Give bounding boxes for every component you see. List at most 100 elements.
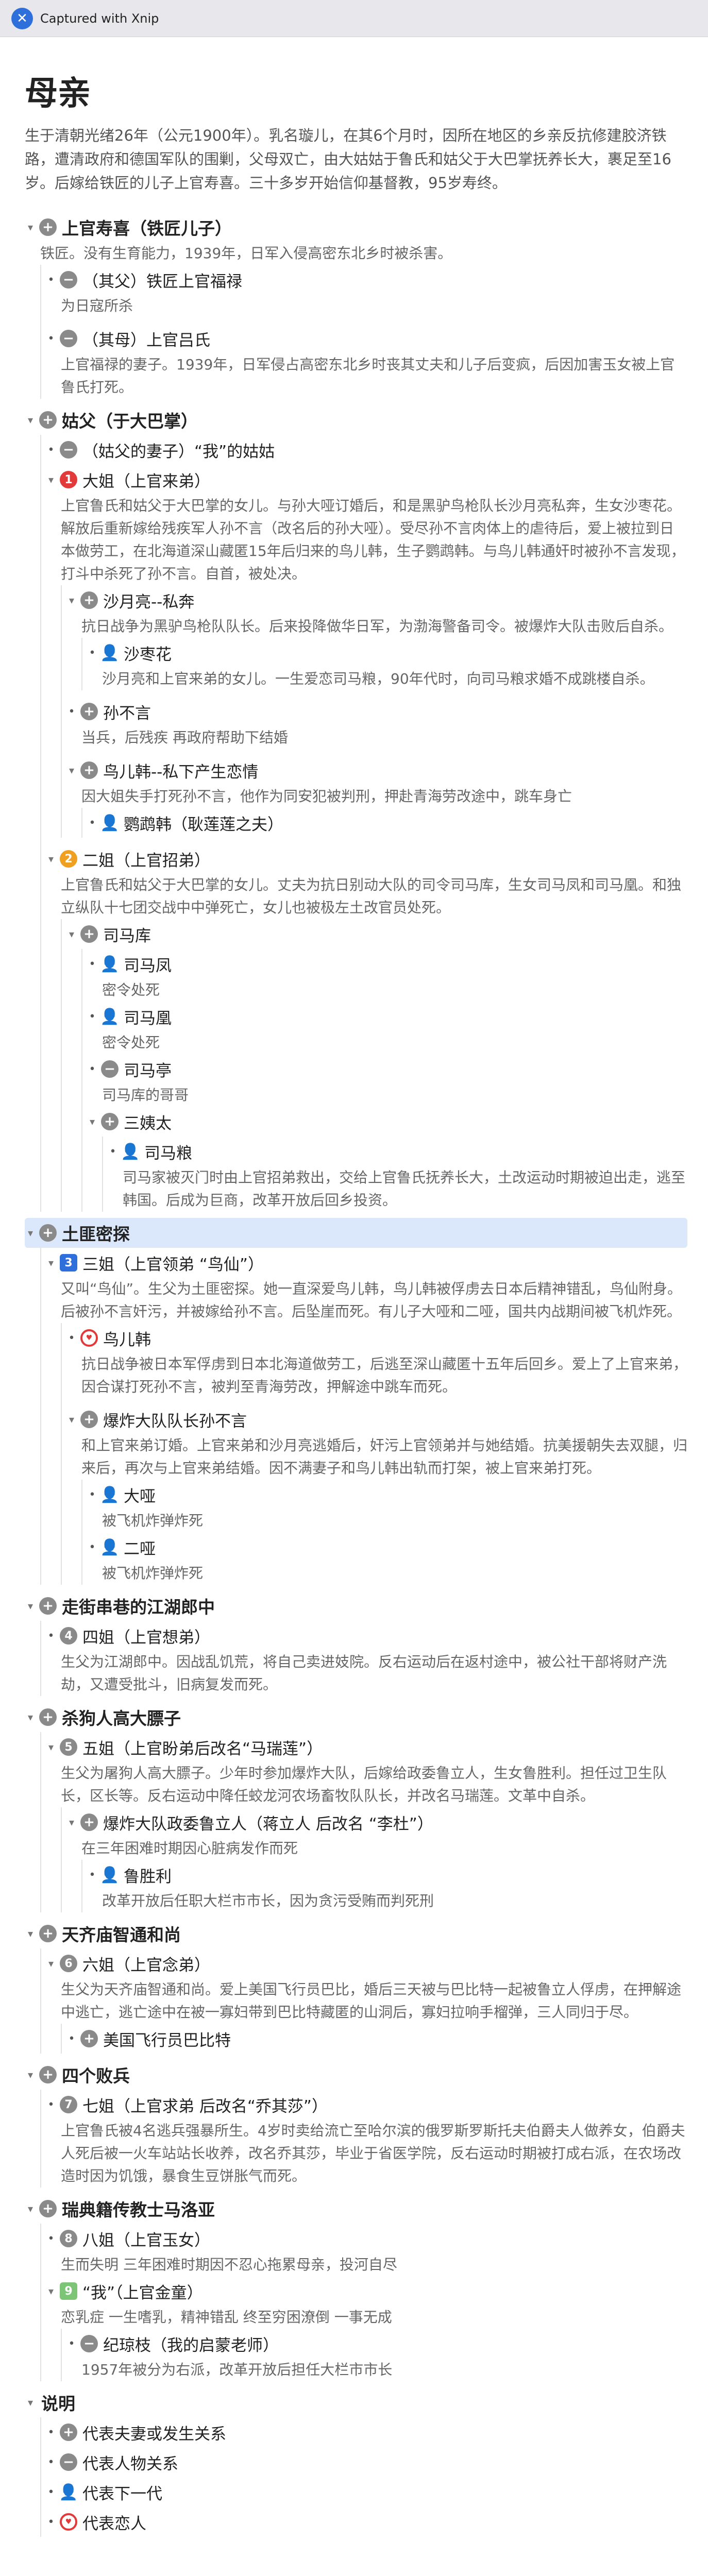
expand-caret-icon[interactable]: ▾ [87, 1115, 98, 1128]
heart-icon: ♥ [60, 2513, 77, 2531]
tree-row[interactable]: • 👤 沙枣花 [87, 638, 687, 668]
node-note: 被飞机炸弹炸死 [102, 1565, 204, 1582]
node-label: 代表下一代 [82, 2484, 162, 2503]
node-label: 鲁胜利 [124, 1867, 172, 1886]
legend-item: • ♥ 代表恋人 [45, 2507, 687, 2537]
expand-caret-icon[interactable]: ▾ [25, 221, 36, 233]
number-seven-icon: 7 [60, 2096, 77, 2113]
expand-caret-icon[interactable]: ▾ [25, 1711, 36, 1723]
plus-circle-icon: + [101, 1113, 119, 1130]
tree-children: • 7 七姐（上官求弟 后改名“乔其莎”） 上官鲁氏被4名逃兵强暴所生。4岁时卖… [40, 2090, 687, 2188]
tree-row[interactable]: ▾ + 天齐庙智通和尚 [25, 1919, 687, 1948]
node-note: 司马家被灭门时由上官招弟救出，交给上官鲁氏抚养长大，土改运动时期被迫出走，逃至韩… [123, 1169, 686, 1209]
tree-row[interactable]: ▾ + 姑父（于大巴掌） [25, 405, 687, 435]
bullet-icon: • [47, 2485, 55, 2499]
expand-caret-icon[interactable]: ▾ [25, 1227, 36, 1239]
node-label: 纪琼枝（我的启蒙老师） [103, 2336, 279, 2355]
person-icon: 👤 [100, 814, 120, 832]
tree-row[interactable]: • + 美国飞行员巴比特 [66, 2024, 687, 2054]
node-note: 改革开放后任职大栏市市长，因为贪污受贿而判死刑 [102, 1892, 434, 1909]
tree-row[interactable]: ▾ + 鸟儿韩--私下产生恋情 [66, 755, 687, 785]
tree-row[interactable]: ▾ 9 “我”（上官金童） [45, 2276, 687, 2306]
tree-row[interactable]: ▾ + 上官寿喜（铁匠儿子） [25, 212, 687, 242]
node-note: 又叫“鸟仙”。生父为土匪密探。她一直深爱鸟儿韩，鸟儿韩被俘虏去日本后精神错乱，鸟… [61, 1280, 682, 1320]
tree-row[interactable]: ▾ + 瑞典籍传教士马洛亚 [25, 2194, 687, 2224]
tree-row[interactable]: • 👤 二哑 [87, 1532, 687, 1562]
tree-row[interactable]: • ♥ 鸟儿韩 [66, 1323, 687, 1353]
tree-row[interactable]: • 8 八姐（上官玉女） [45, 2224, 687, 2253]
tree-row[interactable]: • 4 四姐（上官想弟） [45, 1621, 687, 1651]
expand-caret-icon[interactable]: ▾ [66, 764, 77, 776]
expand-caret-icon[interactable]: ▾ [25, 414, 36, 426]
tree-node: ▾ + 上官寿喜（铁匠儿子） 铁匠。没有生育能力，1939年，日军入侵高密东北乡… [25, 212, 687, 399]
expand-caret-icon[interactable]: ▾ [45, 1957, 57, 1970]
expand-caret-icon[interactable]: ▾ [45, 853, 57, 865]
tree-row[interactable]: ▾ + 司马库 [66, 919, 687, 949]
plus-circle-icon: + [39, 2200, 57, 2217]
tree-row[interactable]: • − （姑父的妻子）“我”的姑姑 [45, 435, 687, 465]
tree-children: ▾ 3 三姐（上官领弟 “鸟仙”） 又叫“鸟仙”。生父为土匪密探。她一直深爱鸟儿… [40, 1248, 687, 1585]
expand-caret-icon[interactable]: ▾ [25, 1600, 36, 1612]
tree-row[interactable]: ▾ + 爆炸大队政委鲁立人（蒋立人 后改名 “李杜”） [66, 1807, 687, 1837]
expand-caret-icon[interactable]: ▾ [66, 594, 77, 606]
tree-row-selected[interactable]: ▾ + 土匪密探 [25, 1218, 687, 1248]
node-note: 上官鲁氏和姑父于大巴掌的女儿。丈夫为抗日别动大队的司令司马库，生女司马凤和司马凰… [61, 876, 682, 916]
node-note: 抗日战争为黑驴鸟枪队队长。后来投降做华日军，为渤海警备司令。被爆炸大队击败后自杀… [81, 618, 673, 635]
tree-row[interactable]: ▾ + 杀狗人高大膘子 [25, 1702, 687, 1732]
bullet-icon: • [68, 705, 75, 718]
tree-row[interactable]: ▾ + 走街串巷的江湖郎中 [25, 1591, 687, 1621]
tree-row[interactable]: ▾ + 四个败兵 [25, 2060, 687, 2090]
expand-caret-icon[interactable]: ▾ [66, 928, 77, 940]
bullet-icon: • [89, 816, 96, 829]
tree-children: • 👤 鲁胜利 改革开放后任职大栏市市长，因为贪污受贿而判死刑 [81, 1860, 687, 1912]
tree-row[interactable]: • 7 七姐（上官求弟 后改名“乔其莎”） [45, 2090, 687, 2120]
node-note: 为日寇所杀 [61, 297, 133, 314]
tree-row[interactable]: • − （其父）铁匠上官福禄 [45, 265, 687, 295]
tree-row[interactable]: • 👤 司马凰 [87, 1002, 687, 1031]
expand-caret-icon[interactable]: ▾ [45, 2285, 57, 2297]
tree-row[interactable]: • 👤 司马凤 [87, 949, 687, 979]
expand-caret-icon[interactable]: ▾ [25, 2069, 36, 2081]
tree-row[interactable]: • 👤 大哑 [87, 1480, 687, 1510]
node-label: 四姐（上官想弟） [82, 1628, 210, 1647]
tree-row[interactable]: ▾ 2 二姐（上官招弟） [45, 844, 687, 874]
tree-row[interactable]: • − 司马亭 [87, 1054, 687, 1084]
tree-row[interactable]: ▾ 6 六姐（上官念弟） [45, 1948, 687, 1978]
tree-row[interactable]: ▾ 说明 [25, 2387, 687, 2417]
plus-circle-icon: + [80, 925, 98, 943]
node-label: （其母）上官吕氏 [82, 331, 210, 350]
plus-circle-icon: + [39, 411, 57, 429]
tree-row[interactable]: ▾ + 沙月亮--私奔 [66, 585, 687, 615]
node-label: （其父）铁匠上官福禄 [82, 272, 242, 291]
minus-circle-icon: − [60, 2453, 77, 2471]
expand-caret-icon[interactable]: ▾ [25, 2202, 36, 2215]
tree-row[interactable]: ▾ 3 三姐（上官领弟 “鸟仙”） [45, 1248, 687, 1278]
tree-row[interactable]: • 👤 鹦鹉韩（耿莲莲之夫） [87, 808, 687, 838]
tree-children: • 👤 大哑 被飞机炸弹炸死 • 👤 二哑 被飞机炸弹炸死 [81, 1480, 687, 1585]
tree-row[interactable]: • − 纪琼枝（我的启蒙老师） [66, 2329, 687, 2359]
expand-caret-icon[interactable]: ▾ [45, 1257, 57, 1269]
node-label: 杀狗人高大膘子 [62, 1708, 181, 1728]
tree-row[interactable]: • 👤 司马粮 [107, 1137, 687, 1166]
node-label: 司马库 [103, 926, 151, 945]
expand-caret-icon[interactable]: ▾ [25, 2396, 36, 2409]
tree-row[interactable]: ▾ 5 五姐（上官盼弟后改名“马瑞莲”） [45, 1732, 687, 1762]
bullet-icon: • [89, 1010, 96, 1023]
expand-caret-icon[interactable]: ▾ [25, 1927, 36, 1940]
node-label: 鸟儿韩--私下产生恋情 [103, 762, 259, 782]
tree-row[interactable]: • − （其母）上官吕氏 [45, 324, 687, 353]
expand-caret-icon[interactable]: ▾ [66, 1413, 77, 1426]
tree-row[interactable]: • 👤 鲁胜利 [87, 1860, 687, 1890]
tree-row[interactable]: ▾ + 三姨太 [87, 1107, 687, 1137]
tree-row[interactable]: ▾ + 爆炸大队队长孙不言 [66, 1404, 687, 1434]
node-note: 生而失明 三年困难时期因不忍心拖累母亲，投河自尽 [61, 2256, 397, 2273]
tree-row[interactable]: • + 孙不言 [66, 697, 687, 726]
expand-caret-icon[interactable]: ▾ [45, 1741, 57, 1753]
legend: ▾ 说明 • + 代表夫妻或发生关系 • − 代表人物关系 • 👤 代表下一代 … [25, 2387, 687, 2537]
tree-row[interactable]: ▾ 1 大姐（上官来弟） [45, 465, 687, 495]
expand-caret-icon[interactable]: ▾ [45, 473, 57, 486]
minus-circle-icon: − [60, 330, 77, 347]
expand-caret-icon[interactable]: ▾ [66, 1816, 77, 1828]
node-label: 五姐（上官盼弟后改名“马瑞莲”） [82, 1739, 323, 1758]
plus-circle-icon: + [60, 2424, 77, 2441]
